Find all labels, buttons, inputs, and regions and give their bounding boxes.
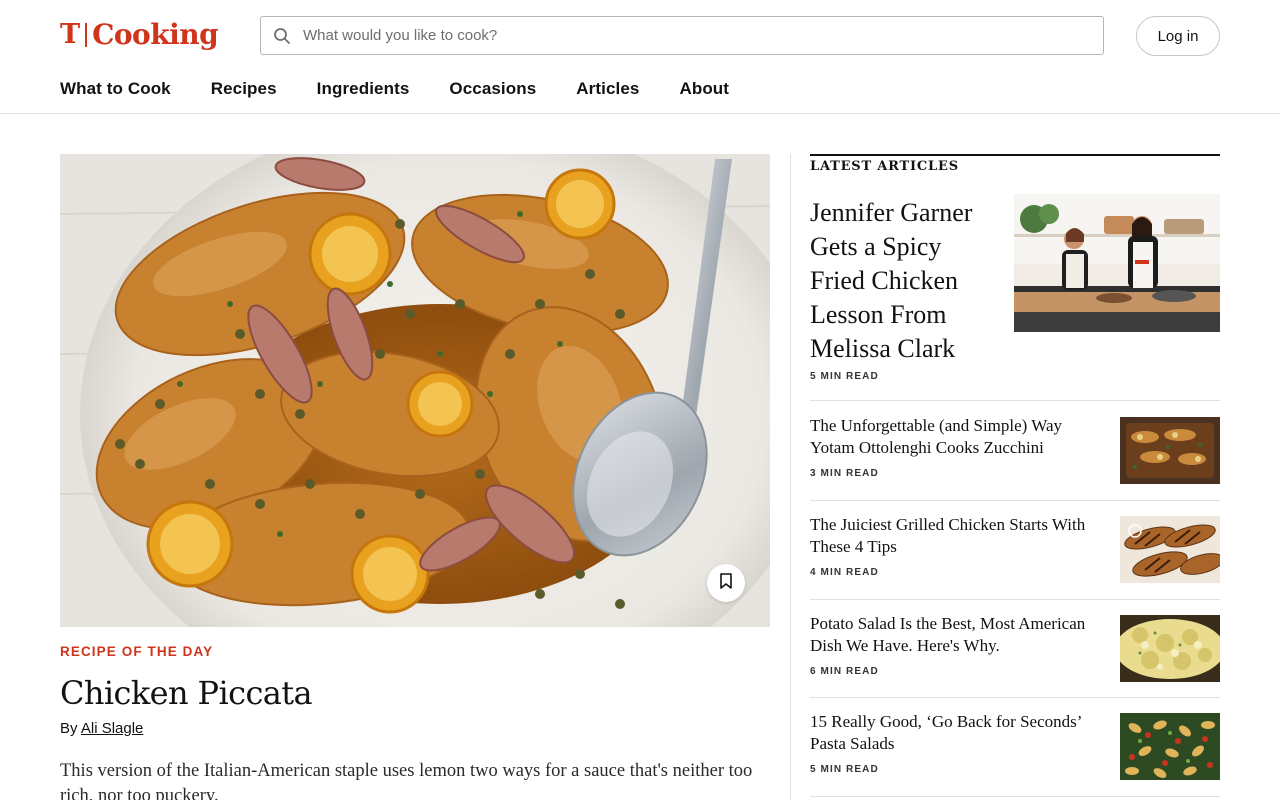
article-thumbnail[interactable] xyxy=(1120,417,1220,484)
recipe-title[interactable]: Chicken Piccata xyxy=(60,673,313,713)
article-read-time: 4 MIN READ xyxy=(810,567,879,578)
byline-prefix: By xyxy=(60,720,81,737)
latest-articles-heading: LATEST ARTICLES xyxy=(810,159,959,174)
sidebar-top-rule xyxy=(810,154,1220,156)
nav-item-ingredients[interactable]: Ingredients xyxy=(317,78,410,100)
featured-article-title[interactable]: Jennifer Garner Gets a Spicy Fried Chick… xyxy=(810,196,1000,366)
nyt-t-logo-mark: T xyxy=(60,19,81,50)
search-icon xyxy=(261,17,303,54)
article-title[interactable]: The Juiciest Grilled Chicken Starts With… xyxy=(810,514,1105,558)
save-recipe-button[interactable] xyxy=(707,564,745,602)
search-bar[interactable] xyxy=(260,16,1104,55)
featured-article-read-time: 5 MIN READ xyxy=(810,371,879,382)
article-title[interactable]: The Unforgettable (and Simple) Way Yotam… xyxy=(810,415,1105,459)
recipe-kicker: RECIPE OF THE DAY xyxy=(60,644,214,659)
article-divider xyxy=(810,599,1220,600)
logo-separator xyxy=(85,23,88,47)
column-divider xyxy=(790,154,791,800)
author-link[interactable]: Ali Slagle xyxy=(81,720,144,737)
recipe-hero-image[interactable] xyxy=(60,154,770,627)
featured-article-image[interactable] xyxy=(1014,194,1220,332)
article-thumbnail[interactable] xyxy=(1120,615,1220,682)
nav-item-occasions[interactable]: Occasions xyxy=(449,78,536,100)
site-logo[interactable]: T Cooking xyxy=(60,18,219,52)
article-title[interactable]: 15 Really Good, ‘Go Back for Seconds’ Pa… xyxy=(810,711,1105,755)
nav-divider xyxy=(0,113,1280,114)
login-button[interactable]: Log in xyxy=(1136,16,1220,56)
article-divider xyxy=(810,697,1220,698)
search-input[interactable] xyxy=(303,18,1103,53)
article-thumbnail[interactable] xyxy=(1120,713,1220,780)
article-read-time: 3 MIN READ xyxy=(810,468,879,479)
article-divider xyxy=(810,400,1220,401)
article-divider xyxy=(810,500,1220,501)
article-title[interactable]: Potato Salad Is the Best, Most American … xyxy=(810,613,1105,657)
nav-item-what-to-cook[interactable]: What to Cook xyxy=(60,78,171,100)
main-nav: What to Cook Recipes Ingredients Occasio… xyxy=(60,78,729,100)
article-read-time: 6 MIN READ xyxy=(810,666,879,677)
recipe-description: This version of the Italian-American sta… xyxy=(60,761,753,800)
article-thumbnail[interactable] xyxy=(1120,516,1220,583)
article-divider xyxy=(810,796,1220,797)
logo-wordmark: Cooking xyxy=(92,18,219,51)
article-read-time: 5 MIN READ xyxy=(810,764,879,775)
nav-item-recipes[interactable]: Recipes xyxy=(211,78,277,100)
recipe-byline: By Ali Slagle xyxy=(60,720,143,737)
bookmark-icon xyxy=(719,572,733,594)
nav-item-about[interactable]: About xyxy=(679,78,729,100)
nav-item-articles[interactable]: Articles xyxy=(576,78,639,100)
